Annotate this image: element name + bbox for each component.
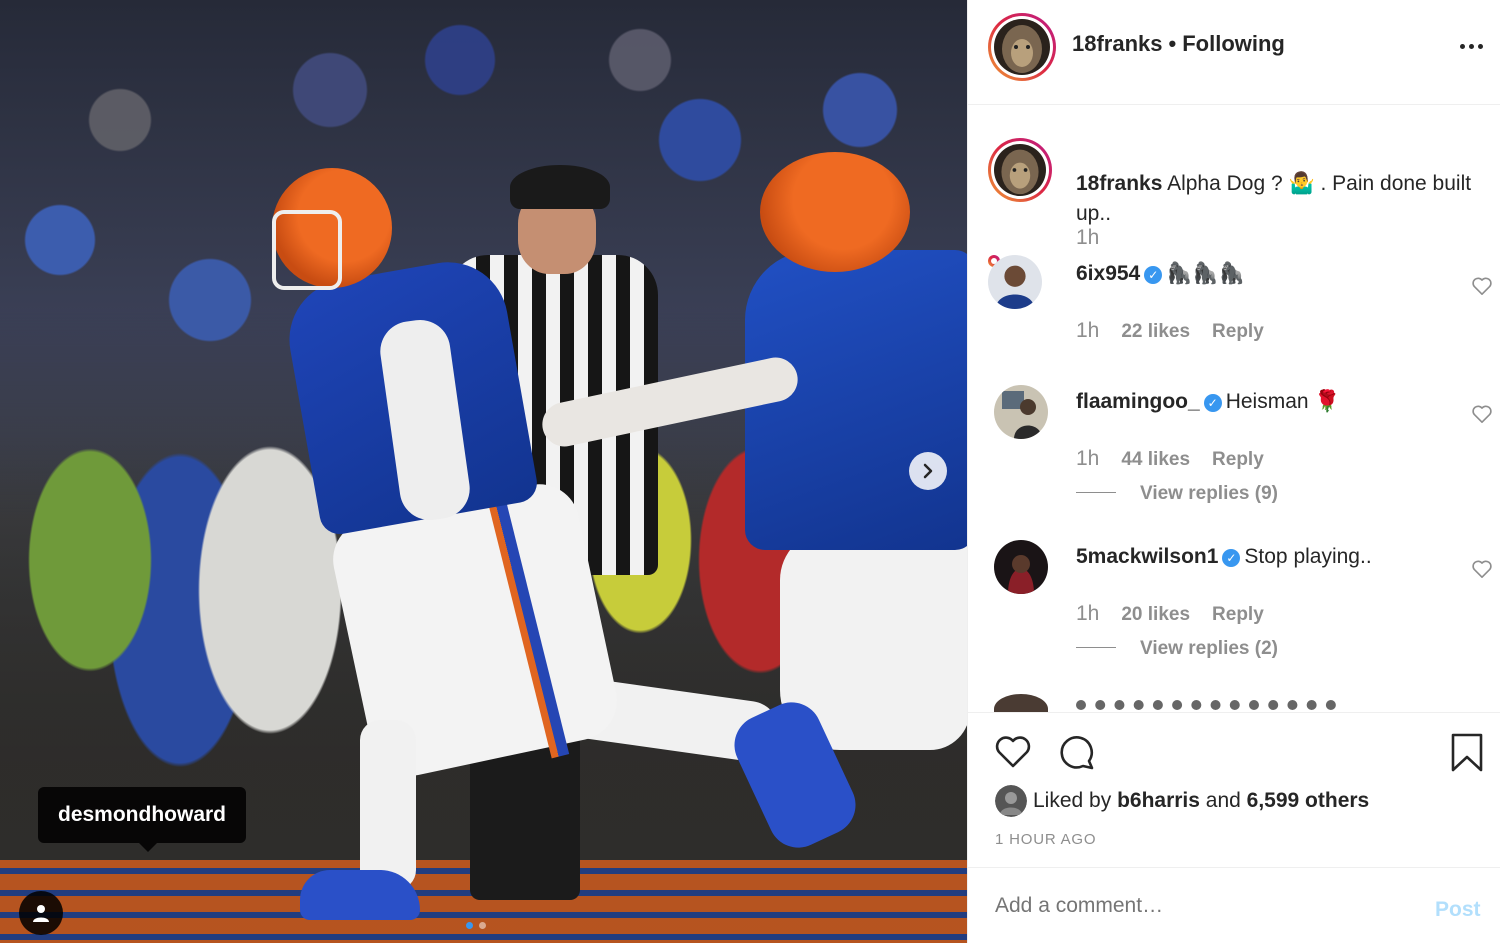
heart-icon[interactable]: [1471, 559, 1493, 579]
liked-by-prefix: Liked by: [1033, 789, 1112, 812]
add-comment-bar: Post: [968, 867, 1500, 943]
quarterback-facemask: [272, 210, 342, 290]
liked-by-user[interactable]: b6harris: [1117, 789, 1200, 813]
comment-icon[interactable]: [1057, 731, 1099, 773]
liked-by-others[interactable]: 6,599 others: [1247, 789, 1370, 813]
truncated-comment: [1076, 700, 1336, 712]
avatar: [994, 694, 1048, 712]
comment-body: Heisman 🌹: [1225, 390, 1341, 413]
view-replies-button[interactable]: View replies (2): [1076, 638, 1278, 660]
comment-likes[interactable]: 22 likes: [1121, 321, 1190, 342]
caption-text: 18franks Alpha Dog ? 🤷‍♂️ . Pain done bu…: [1076, 169, 1476, 229]
comment-time: 1h: [1076, 602, 1100, 625]
comment-text: 5mackwilson1 ✓ Stop playing..: [1076, 545, 1372, 569]
receiver-helmet: [760, 152, 910, 272]
referee-cap: [510, 165, 610, 209]
comments-list[interactable]: 18franks Alpha Dog ? 🤷‍♂️ . Pain done bu…: [968, 106, 1500, 712]
bookmark-icon[interactable]: [1446, 731, 1488, 773]
user-tag-icon: [33, 905, 49, 922]
header-title: 18franks • Following: [1072, 31, 1285, 57]
chevron-right-icon: [923, 463, 933, 479]
carousel-dot: [479, 922, 486, 929]
post-actions: Liked by b6harris and 6,599 others 1 HOU…: [968, 712, 1500, 867]
comment-body: 🦍🦍🦍: [1166, 262, 1245, 285]
carousel-dot: [466, 922, 473, 929]
post-details-panel: 18franks • Following 18franks Alpha Dog …: [967, 0, 1500, 943]
comment-meta: 1h 22 likes Reply: [1076, 319, 1264, 343]
caption-story-ring[interactable]: [988, 138, 1052, 202]
quarterback-front-shoe: [300, 870, 420, 920]
user-tags-button[interactable]: [19, 891, 63, 935]
comment-meta: 1h 44 likes Reply: [1076, 447, 1264, 471]
liked-by-middle: and: [1205, 789, 1241, 812]
tagged-username: desmondhoward: [58, 803, 227, 826]
post-timestamp[interactable]: 1 HOUR AGO: [995, 831, 1096, 848]
reply-button[interactable]: Reply: [1212, 449, 1264, 470]
verified-badge-icon: ✓: [1222, 549, 1241, 567]
reply-button[interactable]: Reply: [1212, 321, 1264, 342]
comment-likes[interactable]: 20 likes: [1121, 604, 1190, 625]
heart-icon[interactable]: [1471, 276, 1493, 296]
tagged-user-label[interactable]: desmondhoward: [38, 787, 247, 852]
next-photo-button[interactable]: [909, 452, 947, 490]
post-photo[interactable]: desmondhoward: [0, 0, 967, 943]
follow-status[interactable]: Following: [1182, 31, 1285, 56]
caption-username[interactable]: 18franks: [1076, 172, 1162, 195]
post-comment-button[interactable]: Post: [1435, 898, 1481, 922]
header-separator: •: [1168, 31, 1177, 56]
avatar: [994, 19, 1050, 75]
comment-input[interactable]: [995, 894, 1405, 918]
caption-time: 1h: [1076, 226, 1100, 249]
heart-icon[interactable]: [1471, 404, 1493, 424]
verified-badge-icon: ✓: [1144, 266, 1163, 284]
comment-username[interactable]: 5mackwilson1: [1076, 545, 1218, 568]
comment-username[interactable]: flaamingoo_: [1076, 390, 1200, 413]
avatar: [994, 144, 1046, 196]
reply-button[interactable]: Reply: [1212, 604, 1264, 625]
comment-text: flaamingoo_ ✓ Heisman 🌹: [1076, 390, 1341, 414]
comment-story-ring[interactable]: [988, 255, 1042, 309]
comment-text: 6ix954 ✓ 🦍🦍🦍: [1076, 262, 1245, 286]
post-header: 18franks • Following: [968, 0, 1500, 105]
comment-username[interactable]: 6ix954: [1076, 262, 1140, 285]
carousel-indicator: [466, 922, 486, 929]
comment-likes[interactable]: 44 likes: [1121, 449, 1190, 470]
avatar: [995, 785, 1027, 817]
more-options-icon[interactable]: [1456, 36, 1486, 56]
avatar[interactable]: [994, 385, 1048, 439]
comment-meta: 1h 20 likes Reply: [1076, 602, 1264, 626]
comment-time: 1h: [1076, 447, 1100, 470]
comment-body: Stop playing..: [1244, 545, 1372, 568]
story-ring[interactable]: [988, 13, 1056, 81]
liked-by[interactable]: Liked by b6harris and 6,599 others: [995, 785, 1369, 817]
avatar[interactable]: [994, 540, 1048, 594]
avatar: [988, 255, 1042, 309]
view-replies-button[interactable]: View replies (9): [1076, 483, 1278, 505]
view-replies-label: View replies (2): [1140, 638, 1278, 659]
heart-icon[interactable]: [992, 731, 1034, 773]
verified-badge-icon: ✓: [1203, 394, 1222, 412]
header-username[interactable]: 18franks: [1072, 31, 1163, 56]
comment-time: 1h: [1076, 319, 1100, 342]
view-replies-label: View replies (9): [1140, 483, 1278, 504]
quarterback-front-leg: [360, 720, 416, 890]
